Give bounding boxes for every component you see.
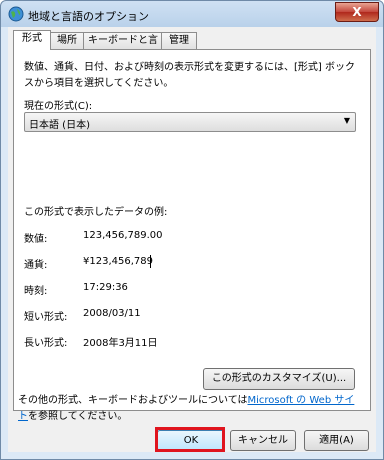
ok-button-highlight (155, 427, 225, 452)
sample-label-number: 数値: (24, 234, 48, 245)
current-format-select[interactable]: 日本語 (日本) ▼ (24, 112, 356, 132)
note-prefix: その他の形式、キーボードおよびツールについては (18, 395, 248, 406)
customize-format-button[interactable]: この形式のカスタマイズ(U)... (203, 368, 355, 390)
tab-format[interactable]: 形式 (13, 30, 51, 50)
sample-value-number: 123,456,789.00 (83, 230, 163, 241)
sample-value-short-date: 2008/03/11 (83, 308, 141, 319)
sample-value-long-date: 2008年3月11日 (83, 338, 158, 349)
current-format-label: 現在の形式(C): (24, 101, 93, 112)
sample-label-short-date: 短い形式: (24, 312, 68, 323)
sample-value-time: 17:29:36 (83, 282, 128, 293)
dialog-window: 地域と言語のオプション X 形式 場所 キーボードと言語 管理 数値、通貨、日付… (0, 0, 384, 460)
format-description: 数値、通貨、日付、および時刻の表示形式を変更するには、[形式] ボックスから項目… (24, 62, 355, 89)
globe-icon (8, 6, 24, 22)
text-caret (150, 255, 151, 268)
tab-keyboards-languages[interactable]: キーボードと言語 (83, 32, 163, 62)
chevron-down-icon: ▼ (343, 116, 350, 125)
format-panel: 数値、通貨、日付、および時刻の表示形式を変更するには、[形式] ボックスから項目… (13, 49, 371, 411)
window-title: 地域と言語のオプション (28, 10, 149, 23)
tab-location[interactable]: 場所 (49, 32, 85, 49)
sample-label-long-date: 長い形式: (24, 338, 68, 349)
sample-label-currency: 通貨: (24, 260, 48, 271)
sample-title: この形式で表示したデータの例: (24, 207, 168, 218)
close-button[interactable]: X (335, 2, 379, 22)
sample-label-time: 時刻: (24, 286, 48, 297)
cancel-button[interactable]: キャンセル (230, 430, 296, 451)
sample-value-currency: ¥123,456,789 (83, 256, 153, 267)
note-suffix: を参照してください。 (28, 411, 128, 422)
apply-button[interactable]: 適用(A) (304, 430, 369, 451)
title-bar[interactable]: 地域と言語のオプション X (1, 1, 383, 27)
tab-administrative[interactable]: 管理 (161, 32, 197, 49)
current-format-value: 日本語 (日本) (29, 120, 90, 131)
dialog-client: 形式 場所 キーボードと言語 管理 数値、通貨、日付、および時刻の表示形式を変更… (8, 27, 376, 452)
more-info-note: その他の形式、キーボードおよびツールについてはMicrosoft の Web サ… (18, 393, 363, 425)
